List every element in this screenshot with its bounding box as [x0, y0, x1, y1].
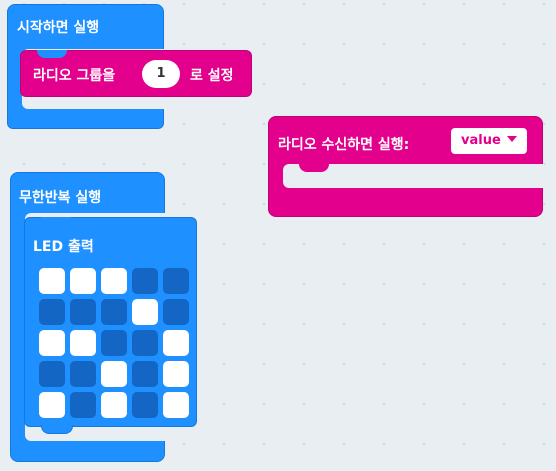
block-notch — [299, 164, 329, 172]
received-variable-dropdown[interactable]: value — [451, 128, 527, 154]
led-cell[interactable] — [70, 361, 96, 387]
led-cell[interactable] — [132, 392, 158, 418]
block-notch — [41, 217, 71, 225]
led-cell[interactable] — [101, 330, 127, 356]
led-cell[interactable] — [163, 299, 189, 325]
led-cell[interactable] — [70, 392, 96, 418]
led-cell[interactable] — [132, 268, 158, 294]
led-cell[interactable] — [70, 299, 96, 325]
led-cell[interactable] — [163, 392, 189, 418]
led-cell[interactable] — [163, 330, 189, 356]
led-cell[interactable] — [101, 392, 127, 418]
block-bottom-notch — [41, 425, 73, 434]
on-start-label: 시작하면 실행 — [17, 20, 100, 36]
led-cell[interactable] — [70, 330, 96, 356]
led-cell[interactable] — [101, 361, 127, 387]
led-cell[interactable] — [39, 268, 65, 294]
led-cell[interactable] — [163, 268, 189, 294]
led-cell[interactable] — [101, 299, 127, 325]
received-variable-value: value — [461, 133, 501, 148]
show-leds-label: LED 출력 — [33, 239, 94, 255]
led-cell[interactable] — [39, 299, 65, 325]
led-cell[interactable] — [39, 330, 65, 356]
caret-down-icon — [506, 136, 517, 142]
led-cell[interactable] — [132, 299, 158, 325]
led-cell[interactable] — [39, 361, 65, 387]
radio-set-group-block[interactable]: 라디오 그룹을 1 로 설정 — [20, 50, 252, 97]
show-leds-block[interactable]: LED 출력 — [24, 217, 197, 434]
led-cell[interactable] — [70, 268, 96, 294]
radio-set-group-label: 라디오 그룹을 — [33, 68, 116, 84]
led-cell[interactable] — [101, 268, 127, 294]
on-radio-received-block[interactable]: 라디오 수신하면 실행: value — [268, 116, 544, 217]
forever-label: 무한반복 실행 — [19, 190, 102, 206]
led-cell[interactable] — [132, 361, 158, 387]
on-radio-received-label: 라디오 수신하면 실행: — [278, 137, 410, 153]
led-cell[interactable] — [132, 330, 158, 356]
led-matrix — [39, 268, 189, 418]
radio-group-number-input[interactable]: 1 — [142, 60, 180, 88]
led-cell[interactable] — [163, 361, 189, 387]
radio-set-group-suffix: 로 설정 — [190, 68, 234, 84]
block-notch — [37, 50, 67, 58]
led-cell[interactable] — [39, 392, 65, 418]
